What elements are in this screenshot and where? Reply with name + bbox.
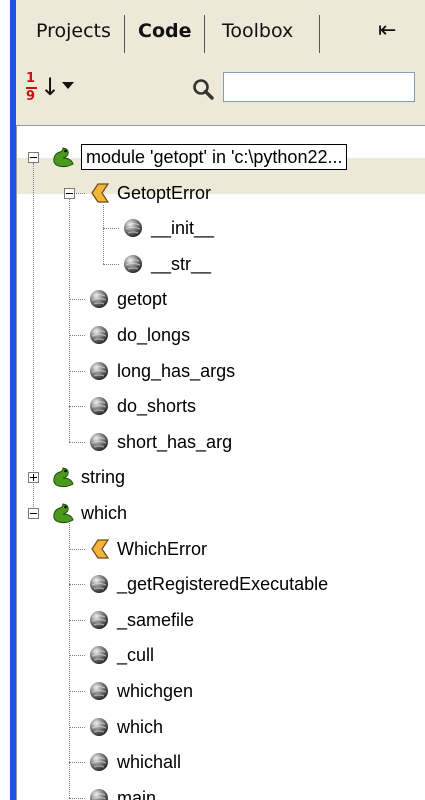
tree-node-label: whichall bbox=[117, 752, 182, 773]
chevron-down-icon[interactable] bbox=[62, 82, 74, 89]
tree-guide-vertical bbox=[33, 163, 34, 507]
tree-guide-horizontal bbox=[69, 619, 85, 621]
function-icon bbox=[87, 395, 111, 417]
tree-node-label: _samefile bbox=[117, 609, 195, 630]
tab-divider bbox=[204, 15, 205, 53]
expand-icon[interactable] bbox=[28, 472, 39, 484]
tree-guide-horizontal bbox=[69, 335, 85, 336]
tree-node-label: getopt bbox=[117, 289, 168, 310]
tab-divider bbox=[319, 15, 320, 53]
tree-guide-horizontal bbox=[103, 263, 119, 265]
search-input[interactable] bbox=[223, 72, 415, 102]
tree-node-label: main bbox=[117, 787, 157, 800]
sort-numeric-icon[interactable]: 19 ↓ bbox=[26, 72, 78, 106]
tree-node-label: which bbox=[117, 716, 164, 737]
tree-guide-vertical bbox=[103, 204, 104, 264]
function-icon bbox=[87, 680, 111, 702]
collapse-icon[interactable] bbox=[28, 508, 39, 519]
tree-guide-horizontal bbox=[69, 406, 85, 408]
tree-guide-horizontal bbox=[69, 797, 85, 799]
function-icon bbox=[87, 751, 111, 773]
dock-left-icon[interactable]: ⇤ bbox=[378, 18, 396, 43]
tree-node-label: __str__ bbox=[151, 253, 212, 274]
tree-node-label: __init__ bbox=[151, 218, 215, 239]
tree-guide-horizontal bbox=[69, 441, 85, 443]
tab-strip: Projects Code Toolbox ⇤ bbox=[16, 0, 425, 62]
function-icon bbox=[87, 787, 111, 800]
tab-projects[interactable]: Projects bbox=[36, 20, 111, 42]
tree-guide-horizontal bbox=[69, 691, 85, 692]
tree-guide-horizontal bbox=[103, 228, 119, 230]
python-module-icon bbox=[51, 146, 75, 168]
function-icon bbox=[121, 217, 145, 239]
tree-guide-horizontal bbox=[69, 655, 85, 657]
collapse-icon[interactable] bbox=[64, 187, 75, 199]
tree-node-label: long_has_args bbox=[117, 360, 236, 381]
function-icon bbox=[87, 288, 111, 310]
tree-guide-horizontal bbox=[69, 299, 85, 301]
class-icon bbox=[87, 182, 111, 204]
code-browser-panel: Projects Code Toolbox ⇤ 19 ↓ module 'get… bbox=[16, 0, 425, 800]
class-icon bbox=[87, 538, 111, 560]
tree-guide-horizontal bbox=[69, 726, 85, 728]
python-module-icon bbox=[51, 502, 75, 524]
tree-guide-horizontal bbox=[69, 762, 85, 764]
function-icon bbox=[87, 644, 111, 666]
tree-node-label: _getRegisteredExecutable bbox=[117, 574, 329, 595]
function-icon bbox=[87, 360, 111, 382]
tab-divider bbox=[124, 15, 125, 53]
function-icon bbox=[121, 253, 145, 275]
code-tree[interactable]: module 'getopt' in 'c:\python22... Getopt… bbox=[16, 125, 425, 800]
tree-node-label: _cull bbox=[117, 645, 155, 666]
function-icon bbox=[87, 324, 111, 346]
tree-guide-vertical bbox=[69, 521, 70, 798]
function-icon bbox=[87, 716, 111, 738]
tab-code[interactable]: Code bbox=[138, 20, 191, 42]
tree-node-label: short_has_arg bbox=[117, 431, 233, 452]
left-edge bbox=[0, 0, 16, 800]
tree-node-label: do_shorts bbox=[117, 396, 197, 417]
search-icon[interactable] bbox=[191, 77, 215, 101]
tree-guide-horizontal bbox=[69, 370, 85, 372]
tree-node-label: GetoptError bbox=[117, 182, 212, 203]
tree-node-label: string bbox=[81, 467, 126, 488]
function-icon bbox=[87, 431, 111, 453]
tree-node-label: do_longs bbox=[117, 325, 191, 345]
function-icon bbox=[87, 573, 111, 595]
python-module-icon bbox=[51, 466, 75, 488]
function-icon bbox=[87, 609, 111, 631]
tree-guide-horizontal bbox=[69, 548, 85, 550]
tab-toolbox[interactable]: Toolbox bbox=[222, 20, 293, 42]
tree-node-label: WhichError bbox=[117, 538, 208, 559]
collapse-icon[interactable] bbox=[28, 152, 39, 163]
tree-node-label: which bbox=[81, 503, 128, 523]
tree-guide-horizontal bbox=[69, 584, 85, 586]
tree-node-label: module 'getopt' in 'c:\python22... bbox=[81, 144, 348, 170]
tree-node-label: whichgen bbox=[117, 681, 194, 701]
